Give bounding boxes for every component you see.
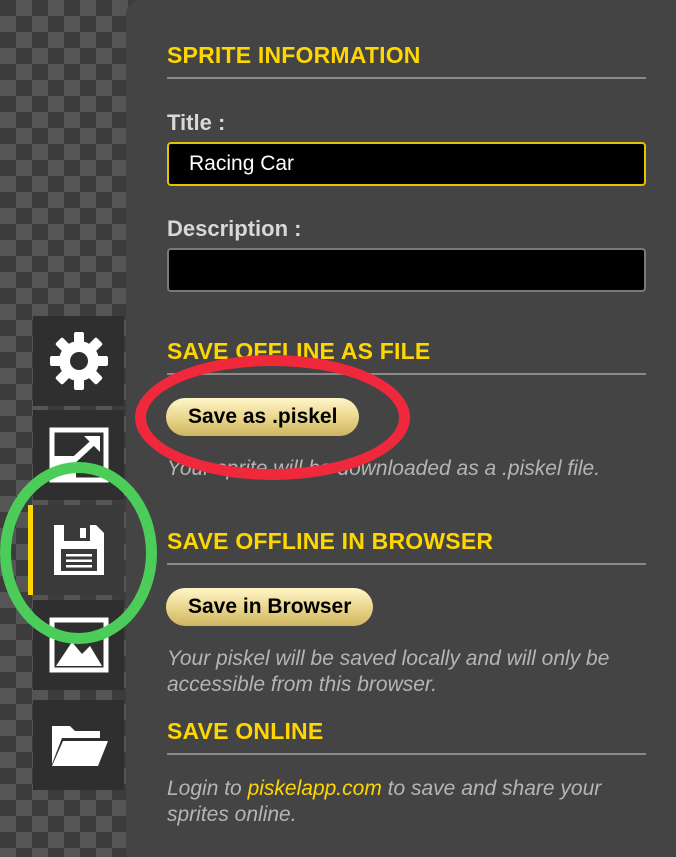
- save-file-heading: SAVE OFFLINE AS FILE: [167, 338, 646, 375]
- description-label: Description :: [167, 216, 302, 241]
- export-tab[interactable]: [33, 600, 124, 690]
- save-browser-description: Your piskel will be saved locally and wi…: [167, 647, 610, 696]
- folder-icon: [51, 726, 108, 766]
- floppy-disk-icon: [53, 525, 104, 575]
- save-online-description: Login to piskelapp.com to save and share…: [167, 776, 657, 828]
- image-icon: [49, 617, 108, 673]
- save-in-browser-button[interactable]: Save in Browser: [166, 588, 374, 626]
- sprite-info-heading: SPRITE INFORMATION: [167, 42, 646, 79]
- save-tab[interactable]: [28, 505, 124, 595]
- resize-tab[interactable]: [33, 410, 124, 500]
- import-tab[interactable]: [33, 700, 124, 790]
- title-input[interactable]: [167, 142, 646, 186]
- save-as-piskel-button[interactable]: Save as .piskel: [166, 398, 360, 436]
- save-browser-heading: SAVE OFFLINE IN BROWSER: [167, 528, 646, 565]
- save-file-description: Your sprite will be downloaded as a .pis…: [167, 457, 601, 480]
- settings-tab[interactable]: [33, 316, 124, 406]
- gear-icon: [49, 332, 108, 390]
- title-label: Title :: [167, 110, 226, 135]
- description-input[interactable]: [167, 248, 646, 292]
- save-online-heading: SAVE ONLINE: [167, 718, 646, 755]
- resize-icon: [49, 427, 108, 483]
- save-online-text-before: Login to: [167, 777, 248, 800]
- piskelapp-link[interactable]: piskelapp.com: [248, 777, 382, 800]
